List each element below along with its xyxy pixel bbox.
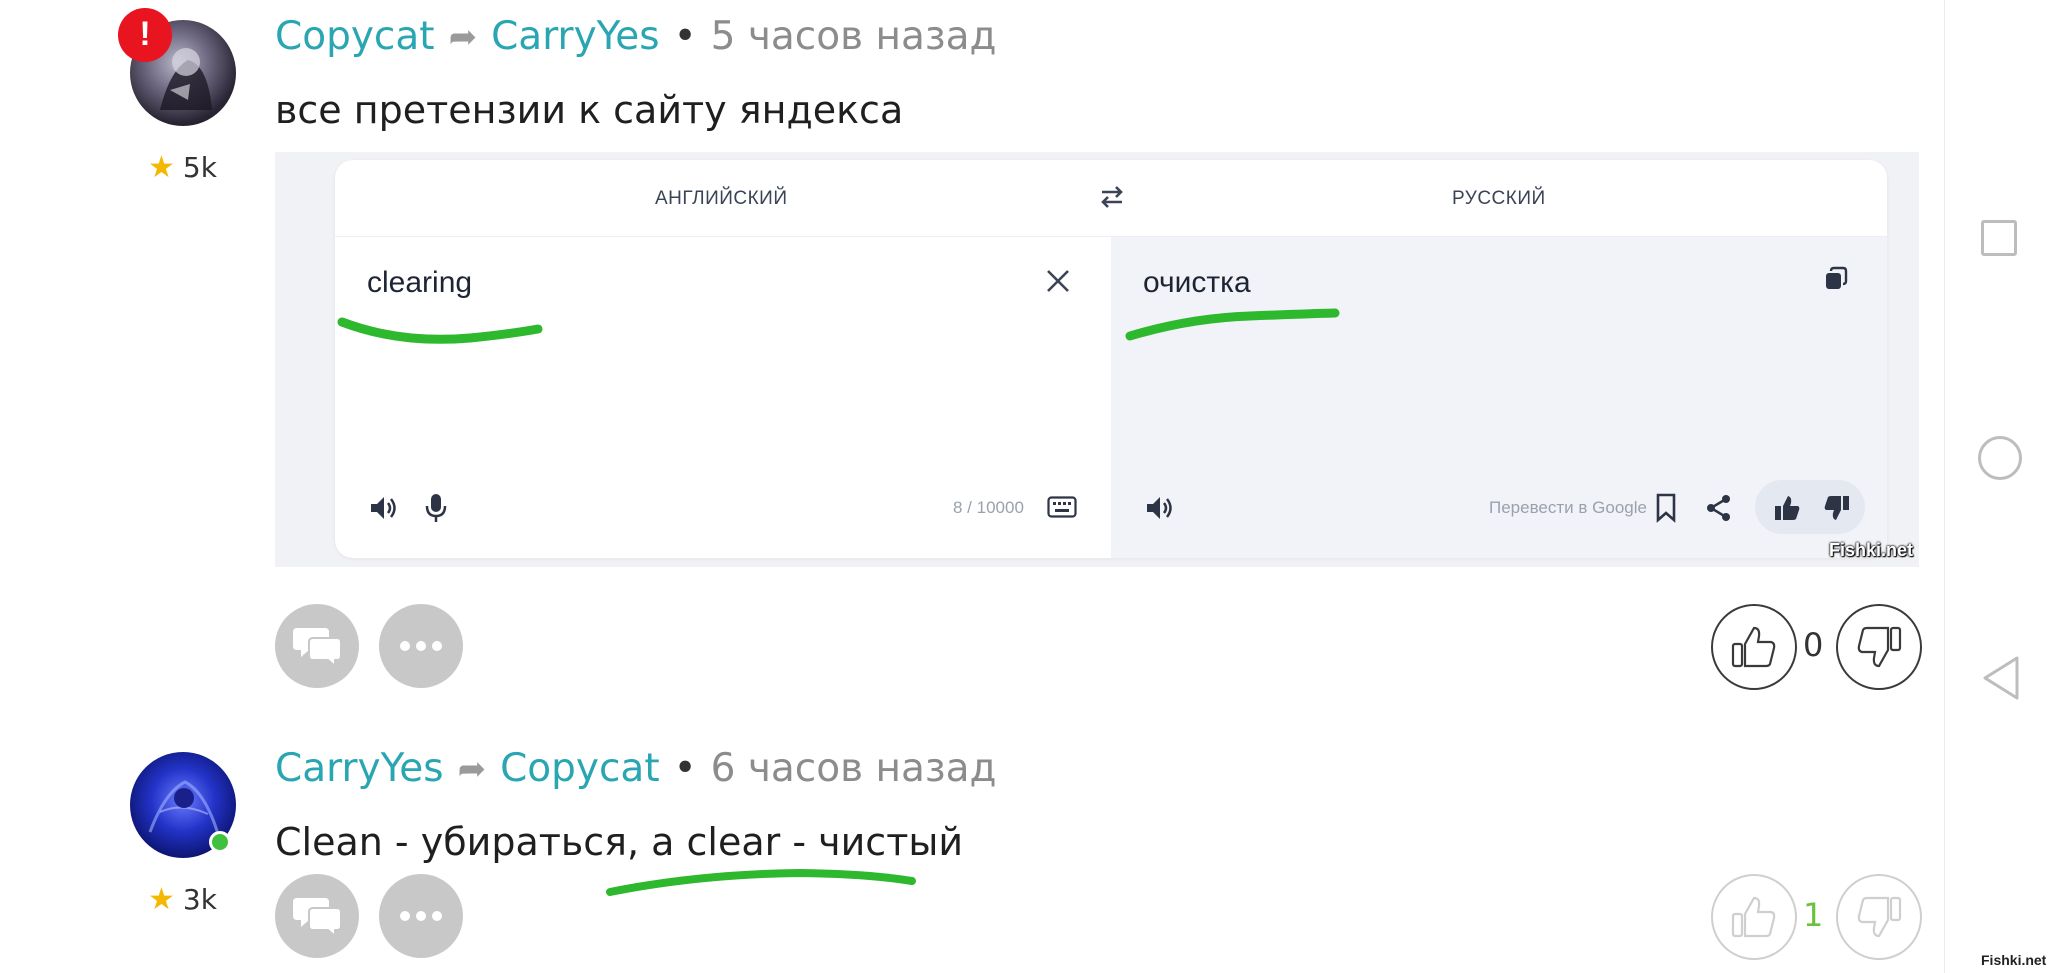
triangle-back-icon[interactable] — [1979, 654, 2023, 702]
reply-button[interactable] — [275, 874, 359, 958]
upvote-button[interactable] — [1711, 874, 1797, 960]
rating-value: 3k — [182, 883, 217, 916]
author-link[interactable]: Copycat — [275, 14, 435, 59]
reply-to-link[interactable]: Copycat — [500, 746, 660, 791]
more-button[interactable] — [379, 874, 463, 958]
comment-header: CarryYes ➦ Copycat • 6 часов назад — [275, 746, 996, 791]
highlight-comment2 — [606, 868, 916, 896]
user-rating: ★ 5k — [148, 150, 217, 185]
reply-arrow-icon: ➦ — [448, 16, 478, 57]
downvote-button[interactable] — [1836, 874, 1922, 960]
char-counter: 8 / 10000 — [953, 498, 1024, 517]
online-indicator — [209, 831, 231, 853]
comment-header: Copycat ➦ CarryYes • 5 часов назад — [275, 14, 996, 59]
downvote-button[interactable] — [1836, 604, 1922, 690]
comments-icon — [293, 898, 342, 938]
comments-icon — [293, 628, 342, 668]
swap-icon[interactable] — [1097, 182, 1127, 216]
source-text[interactable]: clearing — [367, 266, 472, 300]
close-icon[interactable] — [1045, 268, 1071, 298]
translator-card: АНГЛИЙСКИЙ РУССКИЙ clearing 8 / 10000 оч… — [335, 160, 1887, 558]
bookmark-icon[interactable] — [1655, 493, 1677, 527]
thumbs-up-icon — [1731, 896, 1776, 938]
reply-arrow-icon: ➦ — [457, 748, 487, 789]
copy-icon[interactable] — [1823, 266, 1849, 296]
mic-icon[interactable] — [425, 492, 447, 528]
separator: • — [673, 14, 697, 59]
keyboard-icon[interactable] — [1047, 496, 1077, 522]
alert-badge: ! — [118, 8, 172, 62]
thumbs-down-icon[interactable] — [1823, 494, 1851, 526]
reply-button[interactable] — [275, 604, 359, 688]
thumbs-up-icon[interactable] — [1773, 494, 1801, 526]
separator: • — [673, 746, 697, 791]
star-icon: ★ — [148, 882, 175, 917]
timestamp[interactable]: 6 часов назад — [711, 746, 997, 791]
more-icon — [400, 641, 442, 651]
user-rating: ★ 3k — [148, 882, 217, 917]
speaker-icon[interactable] — [1145, 494, 1175, 526]
rating-value: 5k — [182, 151, 217, 184]
attached-image[interactable]: АНГЛИЙСКИЙ РУССКИЙ clearing 8 / 10000 оч… — [275, 152, 1919, 567]
share-icon[interactable] — [1705, 494, 1733, 526]
circle-icon[interactable] — [1978, 436, 2022, 480]
google-translate-link[interactable]: Перевести в Google — [1489, 498, 1647, 518]
more-button[interactable] — [379, 604, 463, 688]
star-icon: ★ — [148, 150, 175, 185]
reply-to-link[interactable]: CarryYes — [491, 14, 660, 59]
thumbs-up-icon — [1731, 626, 1776, 668]
thumbs-down-icon — [1857, 896, 1902, 938]
system-nav-bar: Fishki.net — [1944, 0, 2048, 973]
square-icon[interactable] — [1981, 220, 2017, 256]
speaker-icon[interactable] — [369, 494, 399, 526]
watermark: Fishki.net — [1829, 540, 1914, 560]
author-link[interactable]: CarryYes — [275, 746, 444, 791]
target-text: очистка — [1143, 266, 1251, 299]
comment-text: Clean - убираться, а clear - чистый — [275, 820, 964, 864]
more-icon — [400, 911, 442, 921]
watermark: Fishki.net — [1981, 952, 2047, 968]
thumbs-down-icon — [1857, 626, 1902, 668]
target-language[interactable]: РУССКИЙ — [1452, 188, 1546, 210]
comment-text: все претензии к сайту яндекса — [275, 88, 904, 132]
vote-count: 1 — [1803, 896, 1824, 934]
timestamp[interactable]: 5 часов назад — [711, 14, 997, 59]
upvote-button[interactable] — [1711, 604, 1797, 690]
vote-count: 0 — [1803, 626, 1824, 664]
source-language[interactable]: АНГЛИЙСКИЙ — [655, 188, 788, 210]
